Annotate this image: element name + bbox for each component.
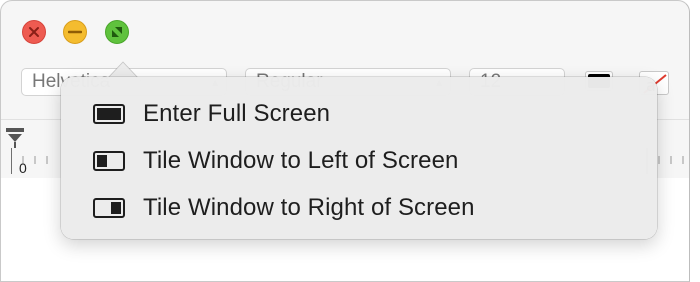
close-button[interactable] [22, 20, 46, 44]
menu-item-label: Enter Full Screen [143, 99, 331, 127]
enter-full-screen-item[interactable]: Enter Full Screen [61, 90, 657, 137]
ruler-zero-label: 0 [19, 160, 27, 176]
menu-item-label: Tile Window to Right of Screen [143, 193, 475, 221]
text-editor-window: Helvetica ▴ Regular ▴ 12 a [0, 0, 690, 282]
menu-item-label: Tile Window to Left of Screen [143, 146, 459, 174]
screen: Helvetica ▴ Regular ▴ 12 a [0, 0, 700, 282]
minimize-icon [68, 30, 82, 34]
full-screen-icon [93, 103, 125, 124]
tile-left-item[interactable]: Tile Window to Left of Screen [61, 137, 657, 184]
fullscreen-icon [112, 27, 122, 37]
title-bar [1, 1, 689, 63]
close-icon [29, 27, 39, 37]
window-tiling-menu: Enter Full Screen Tile Window to Left of… [61, 77, 657, 239]
tile-right-icon [93, 197, 125, 218]
minimize-button[interactable] [63, 20, 87, 44]
tile-right-item[interactable]: Tile Window to Right of Screen [61, 184, 657, 231]
zoom-button[interactable] [105, 20, 129, 44]
tile-left-icon [93, 150, 125, 171]
